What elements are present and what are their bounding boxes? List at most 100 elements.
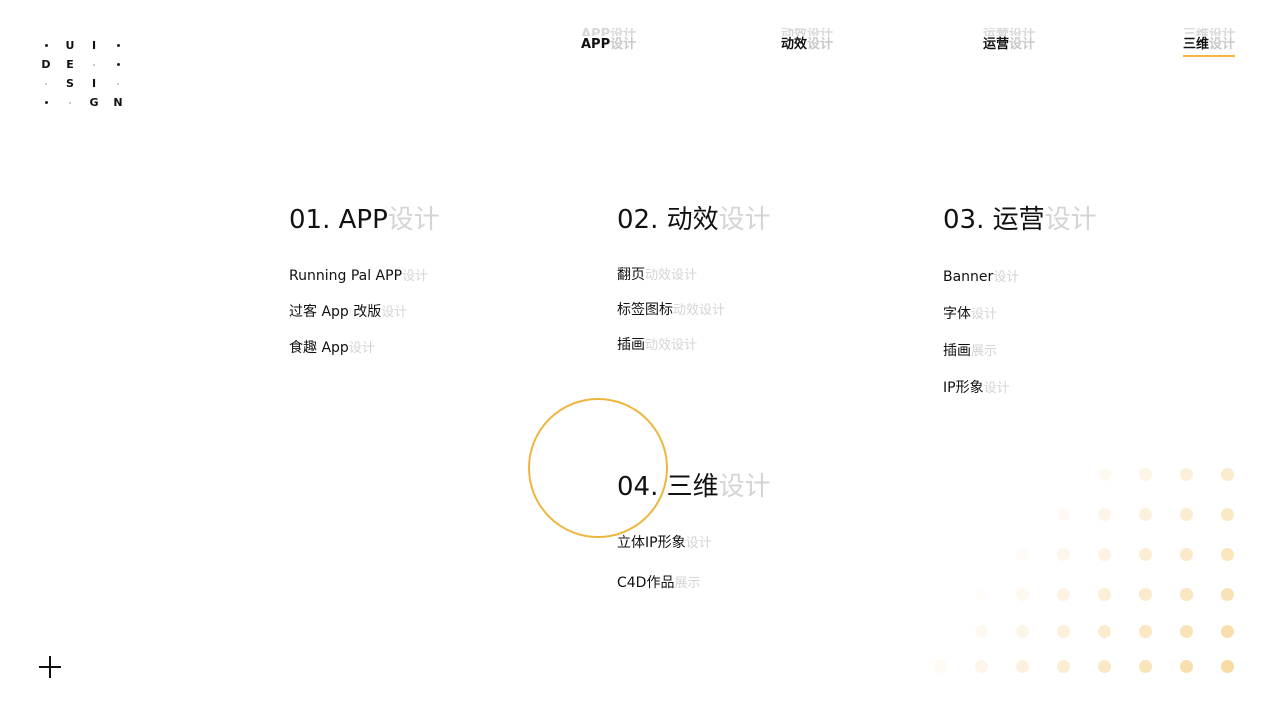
pattern-dot — [1098, 508, 1111, 521]
list-item-label: 字体 — [943, 306, 971, 322]
list-item-dim: 展示 — [971, 344, 998, 359]
list-item[interactable]: 翻页动效设计 — [617, 266, 771, 285]
list-item-dim: 动效设计 — [645, 338, 698, 353]
nav-ghost-text: 三维设计 — [1183, 28, 1236, 36]
section-title-main: 02. 动效 — [617, 205, 719, 235]
nav-3d-design[interactable]: 三维设计 三维设计 — [1183, 28, 1236, 57]
list-item-label: 插画 — [943, 343, 971, 359]
list-item[interactable]: 标签图标动效设计 — [617, 301, 771, 320]
nav-label-main: APP — [581, 37, 611, 52]
list-item-dim: 设计 — [993, 270, 1020, 285]
section-title-dim: 设计 — [718, 472, 771, 502]
nav-label-main: 运营 — [983, 37, 1010, 52]
logo-dot — [58, 93, 82, 112]
nav-ghost-text: 动效设计 — [781, 28, 834, 36]
nav-label-dim: 设计 — [807, 37, 834, 52]
nav-label: 运营设计 — [983, 36, 1035, 54]
pattern-dot — [1098, 625, 1111, 638]
pattern-dot — [1016, 625, 1029, 638]
pattern-dot — [1180, 468, 1193, 481]
list-item[interactable]: 立体IP形象设计 — [617, 534, 771, 553]
plus-icon[interactable] — [39, 656, 61, 678]
section-title[interactable]: 02. 动效设计 — [617, 205, 771, 235]
pattern-dot — [1057, 508, 1070, 521]
logo-letter: N — [113, 96, 123, 109]
pattern-dot — [934, 660, 947, 673]
pattern-dot — [1180, 508, 1193, 521]
pattern-dot — [975, 625, 988, 638]
pattern-dot — [1139, 588, 1152, 601]
section-title-main: 03. 运营 — [943, 205, 1045, 235]
list-item-label: Running Pal APP — [289, 268, 403, 284]
pattern-dot — [1139, 625, 1152, 638]
section-title-main: 04. 三维 — [617, 472, 719, 502]
list-item[interactable]: C4D作品展示 — [617, 574, 771, 593]
section-title-dim: 设计 — [387, 205, 440, 235]
list-item-dim: 动效设计 — [645, 268, 698, 283]
pattern-dot — [1221, 660, 1234, 673]
logo-dot — [34, 74, 58, 93]
section-title-dim: 设计 — [718, 205, 771, 235]
pattern-dot — [1098, 588, 1111, 601]
section-motion-design: 02. 动效设计 翻页动效设计 标签图标动效设计 插画动效设计 — [617, 205, 771, 371]
list-item[interactable]: Banner设计 — [943, 268, 1097, 287]
list-item-label: 立体IP形象 — [617, 535, 686, 551]
list-item[interactable]: Running Pal APP设计 — [289, 267, 440, 286]
list-item[interactable]: 过客 App 改版设计 — [289, 303, 440, 322]
list-item-dim: 设计 — [983, 381, 1010, 396]
nav-ghost-text: APP设计 — [581, 28, 637, 36]
pattern-dot — [1016, 588, 1029, 601]
pattern-dot — [1139, 468, 1152, 481]
list-item-dim: 设计 — [381, 305, 408, 320]
list-item[interactable]: 插画动效设计 — [617, 336, 771, 355]
pattern-dot — [1016, 660, 1029, 673]
list-item[interactable]: 字体设计 — [943, 305, 1097, 324]
pattern-dot — [1098, 548, 1111, 561]
portfolio-contents-page: U I D E S I G N APP设计 APP设计 动效设计 动效设计 运营… — [0, 0, 1280, 720]
pattern-dot — [1180, 660, 1193, 673]
nav-app-design[interactable]: APP设计 APP设计 — [581, 28, 636, 54]
nav-label: APP设计 — [581, 36, 636, 54]
section-app-design: 01. APP设计 Running Pal APP设计 过客 App 改版设计 … — [289, 205, 440, 375]
pattern-dot — [1180, 548, 1193, 561]
section-list: Banner设计 字体设计 插画展示 IP形象设计 — [943, 268, 1097, 398]
list-item-dim: 设计 — [348, 341, 375, 356]
pattern-dot — [975, 588, 988, 601]
list-item-label: 插画 — [617, 337, 645, 353]
pattern-dot — [1057, 660, 1070, 673]
section-title[interactable]: 03. 运营设计 — [943, 205, 1097, 235]
list-item[interactable]: 食趣 App设计 — [289, 339, 440, 358]
section-3d-design: 04. 三维设计 立体IP形象设计 C4D作品展示 — [617, 472, 771, 614]
pattern-dot — [1057, 548, 1070, 561]
top-nav: APP设计 APP设计 动效设计 动效设计 运营设计 运营设计 三维设计 三维设… — [0, 28, 1280, 68]
pattern-dot — [1098, 660, 1111, 673]
list-item-label: C4D作品 — [617, 575, 675, 591]
list-item-dim: 设计 — [971, 307, 998, 322]
nav-label-main: 动效 — [781, 37, 808, 52]
list-item-dim: 设计 — [685, 536, 712, 551]
nav-motion-design[interactable]: 动效设计 动效设计 — [781, 28, 833, 54]
section-operations-design: 03. 运营设计 Banner设计 字体设计 插画展示 IP形象设计 — [943, 205, 1097, 416]
nav-label-dim: 设计 — [1009, 37, 1036, 52]
list-item-label: 标签图标 — [617, 302, 673, 318]
nav-label-dim: 设计 — [1209, 37, 1236, 52]
section-title[interactable]: 01. APP设计 — [289, 205, 440, 235]
nav-label-dim: 设计 — [610, 37, 637, 52]
section-title[interactable]: 04. 三维设计 — [617, 472, 771, 502]
section-title-dim: 设计 — [1044, 205, 1097, 235]
pattern-dot — [1057, 625, 1070, 638]
nav-operations-design[interactable]: 运营设计 运营设计 — [983, 28, 1035, 54]
list-item[interactable]: 插画展示 — [943, 342, 1097, 361]
logo-letter: I — [91, 77, 97, 90]
pattern-dot — [1139, 548, 1152, 561]
pattern-dot — [1180, 588, 1193, 601]
nav-label: 动效设计 — [781, 36, 833, 54]
list-item-label: 翻页 — [617, 267, 645, 283]
section-title-main: 01. APP — [289, 205, 388, 235]
list-item[interactable]: IP形象设计 — [943, 379, 1097, 398]
logo-dot — [106, 74, 130, 93]
pattern-dot — [1221, 548, 1234, 561]
nav-ghost-text: 运营设计 — [983, 28, 1036, 36]
pattern-dot — [1221, 468, 1234, 481]
logo-letter: G — [89, 96, 99, 109]
